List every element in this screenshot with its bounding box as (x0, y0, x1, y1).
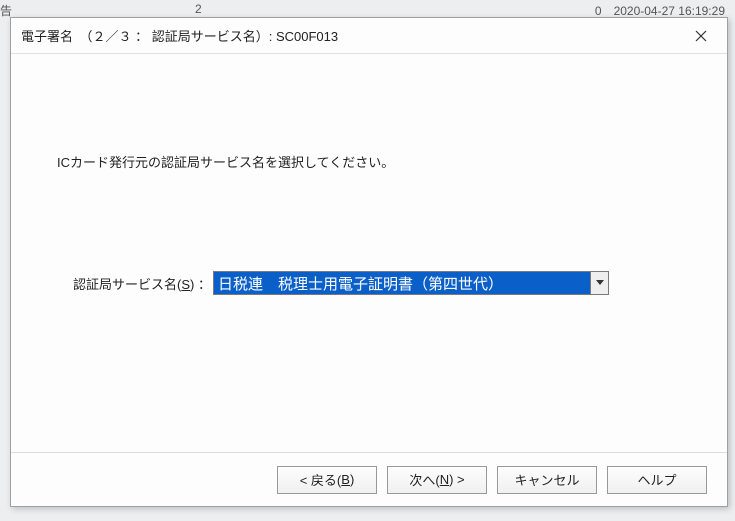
bg-text-number: 2 (195, 2, 202, 16)
digital-signature-dialog: 電子署名 （２／３ ： 認証局サービス名）: SC00F013 ICカード発行元… (10, 17, 728, 507)
help-button[interactable]: ヘルプ (607, 466, 707, 494)
screenshot-root: 告 2 0 2020-04-27 16:19:29 電子署名 （２／３ ： 認証… (0, 0, 735, 521)
ca-service-name-label: 認証局サービス名(S) ： (57, 274, 213, 293)
combobox-selected-value: 日税連 税理士用電子証明書（第四世代） (214, 272, 590, 294)
close-button[interactable] (681, 21, 721, 51)
close-icon (695, 30, 707, 42)
combobox-dropdown-button[interactable] (590, 272, 608, 294)
cancel-button[interactable]: キャンセル (497, 466, 597, 494)
next-button[interactable]: 次へ(N) > (387, 466, 487, 494)
ca-service-name-row: 認証局サービス名(S) ： 日税連 税理士用電子証明書（第四世代） (57, 271, 681, 295)
dialog-title: 電子署名 （２／３ ： 認証局サービス名）: SC00F013 (21, 26, 338, 45)
chevron-down-icon (596, 280, 604, 286)
dialog-button-row: < 戻る(B) 次へ(N) > キャンセル ヘルプ (11, 452, 727, 506)
back-button[interactable]: < 戻る(B) (277, 466, 377, 494)
ca-service-name-combobox[interactable]: 日税連 税理士用電子証明書（第四世代） (213, 271, 609, 295)
dialog-content: ICカード発行元の認証局サービス名を選択してください。 認証局サービス名(S) … (11, 54, 727, 454)
instruction-text: ICカード発行元の認証局サービス名を選択してください。 (57, 152, 681, 171)
dialog-titlebar: 電子署名 （２／３ ： 認証局サービス名）: SC00F013 (11, 18, 727, 54)
